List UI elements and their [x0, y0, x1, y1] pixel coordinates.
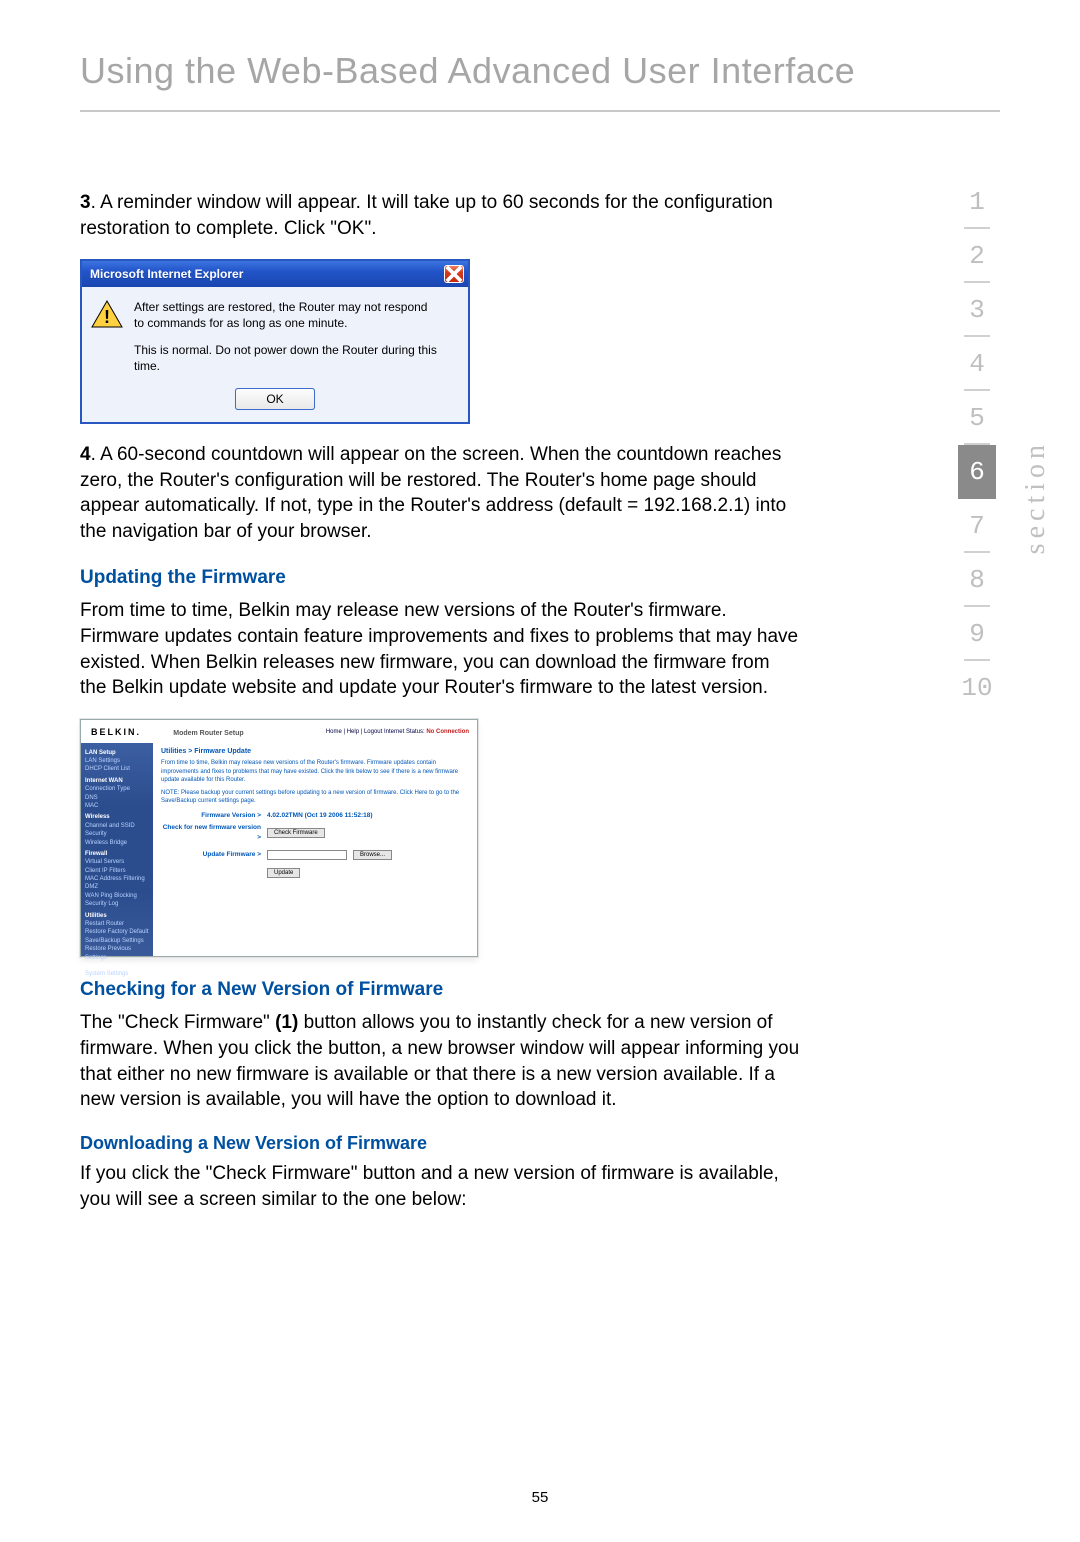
page-title: Using the Web-Based Advanced User Interf… [80, 50, 1000, 112]
router-status-row: Home | Help | Logout Internet Status: No… [326, 728, 469, 736]
router-note-text: NOTE: Please backup your current setting… [161, 789, 469, 806]
sidebar-heading: Utilities [85, 912, 149, 920]
router-brand: BELKIN. [91, 727, 141, 737]
main-content: 3. A reminder window will appear. It wil… [80, 190, 800, 1213]
router-admin-screenshot: BELKIN. Modem Router Setup Home | Help |… [80, 719, 478, 957]
heading-checking-version: Checking for a New Version of Firmware [80, 977, 800, 1003]
router-breadcrumb: Utilities > Firmware Update [161, 747, 469, 757]
step-4: 4. A 60-second countdown will appear on … [80, 442, 800, 545]
sidebar-item[interactable]: DNS [85, 794, 149, 802]
firmware-version-value: 4.02.02TMN (Oct 19 2006 11:52:18) [267, 811, 373, 820]
router-info-text: From time to time, Belkin may release ne… [161, 759, 469, 784]
warning-icon: ! [90, 299, 124, 329]
section-tabs: 12345678910 [952, 175, 1002, 715]
heading-updating-firmware: Updating the Firmware [80, 565, 800, 591]
svg-text:!: ! [104, 307, 110, 327]
downloading-text: If you click the "Check Firmware" button… [80, 1161, 800, 1212]
firmware-file-input[interactable] [267, 850, 347, 860]
dialog-message: After settings are restored, the Router … [134, 299, 458, 374]
browse-button[interactable]: Browse... [353, 850, 392, 860]
heading-downloading-version: Downloading a New Version of Firmware [80, 1131, 800, 1155]
section-tab-10[interactable]: 10 [958, 661, 996, 715]
close-icon[interactable] [444, 265, 464, 283]
step-3: 3. A reminder window will appear. It wil… [80, 190, 800, 241]
sidebar-item[interactable]: WAN Ping Blocking [85, 892, 149, 900]
step-3-text: . A reminder window will appear. It will… [80, 192, 773, 239]
section-tab-8[interactable]: 8 [958, 553, 996, 607]
step-4-text: . A 60-second countdown will appear on t… [80, 444, 786, 542]
section-tab-1[interactable]: 1 [958, 175, 996, 229]
sidebar-item[interactable]: Wireless Bridge [85, 839, 149, 847]
sidebar-item[interactable]: Save/Backup Settings [85, 937, 149, 945]
sidebar-item[interactable]: Security [85, 830, 149, 838]
router-brand-sub: Modem Router Setup [173, 730, 243, 737]
update-button[interactable]: Update [267, 868, 300, 878]
section-tab-5[interactable]: 5 [958, 391, 996, 445]
check-firmware-label: Check for new firmware version > [161, 823, 261, 841]
sidebar-item[interactable]: Firmware Update [85, 962, 149, 970]
section-tab-9[interactable]: 9 [958, 607, 996, 661]
sidebar-item[interactable]: MAC Address Filtering [85, 875, 149, 883]
section-tab-6[interactable]: 6 [958, 445, 996, 499]
sidebar-item[interactable]: Channel and SSID [85, 822, 149, 830]
router-nav-links[interactable]: Home | Help | Logout Internet Status: [326, 729, 425, 735]
dialog-titlebar: Microsoft Internet Explorer [82, 261, 468, 287]
sidebar-item[interactable]: Client IP Filters [85, 867, 149, 875]
check-firmware-button[interactable]: Check Firmware [267, 828, 325, 838]
step-4-number: 4 [80, 444, 91, 465]
sidebar-item[interactable]: Connection Type [85, 785, 149, 793]
checking-text-a: The "Check Firmware" [80, 1012, 275, 1033]
sidebar-heading: Internet WAN [85, 777, 149, 785]
router-sidebar: LAN SetupLAN SettingsDHCP Client List Int… [81, 743, 153, 956]
sidebar-item[interactable]: LAN Settings [85, 757, 149, 765]
sidebar-heading: Firewall [85, 850, 149, 858]
firmware-intro: From time to time, Belkin may release ne… [80, 598, 800, 701]
sidebar-item[interactable]: Restart Router [85, 920, 149, 928]
sidebar-item[interactable]: Restore Previous Settings [85, 945, 149, 962]
checking-text-bold: (1) [275, 1012, 298, 1033]
sidebar-item[interactable]: Security Log [85, 900, 149, 908]
router-main-panel: Utilities > Firmware Update From time to… [153, 743, 477, 956]
page-number: 55 [0, 1489, 1080, 1506]
section-tab-7[interactable]: 7 [958, 499, 996, 553]
sidebar-item[interactable]: DHCP Client List [85, 765, 149, 773]
sidebar-item[interactable]: Restore Factory Default [85, 928, 149, 936]
sidebar-heading: Wireless [85, 813, 149, 821]
update-firmware-label: Update Firmware > [161, 850, 261, 859]
section-tab-2[interactable]: 2 [958, 229, 996, 283]
ok-button[interactable]: OK [235, 388, 315, 410]
section-tab-4[interactable]: 4 [958, 337, 996, 391]
dialog-title: Microsoft Internet Explorer [90, 266, 243, 282]
sidebar-item[interactable]: MAC [85, 802, 149, 810]
sidebar-heading: LAN Setup [85, 749, 149, 757]
dialog-line-2: to commands for as long as one minute. [134, 315, 458, 331]
sidebar-item[interactable]: Virtual Servers [85, 858, 149, 866]
section-tab-3[interactable]: 3 [958, 283, 996, 337]
firmware-version-label: Firmware Version > [161, 811, 261, 820]
restore-dialog: Microsoft Internet Explorer ! After sett… [80, 259, 470, 424]
sidebar-item[interactable]: DMZ [85, 883, 149, 891]
dialog-line-1: After settings are restored, the Router … [134, 299, 458, 315]
section-label: section [1020, 440, 1052, 554]
step-3-number: 3 [80, 192, 91, 213]
router-connection-status: No Connection [426, 729, 469, 735]
checking-text: The "Check Firmware" (1) button allows y… [80, 1010, 800, 1113]
dialog-line-3: This is normal. Do not power down the Ro… [134, 342, 458, 374]
